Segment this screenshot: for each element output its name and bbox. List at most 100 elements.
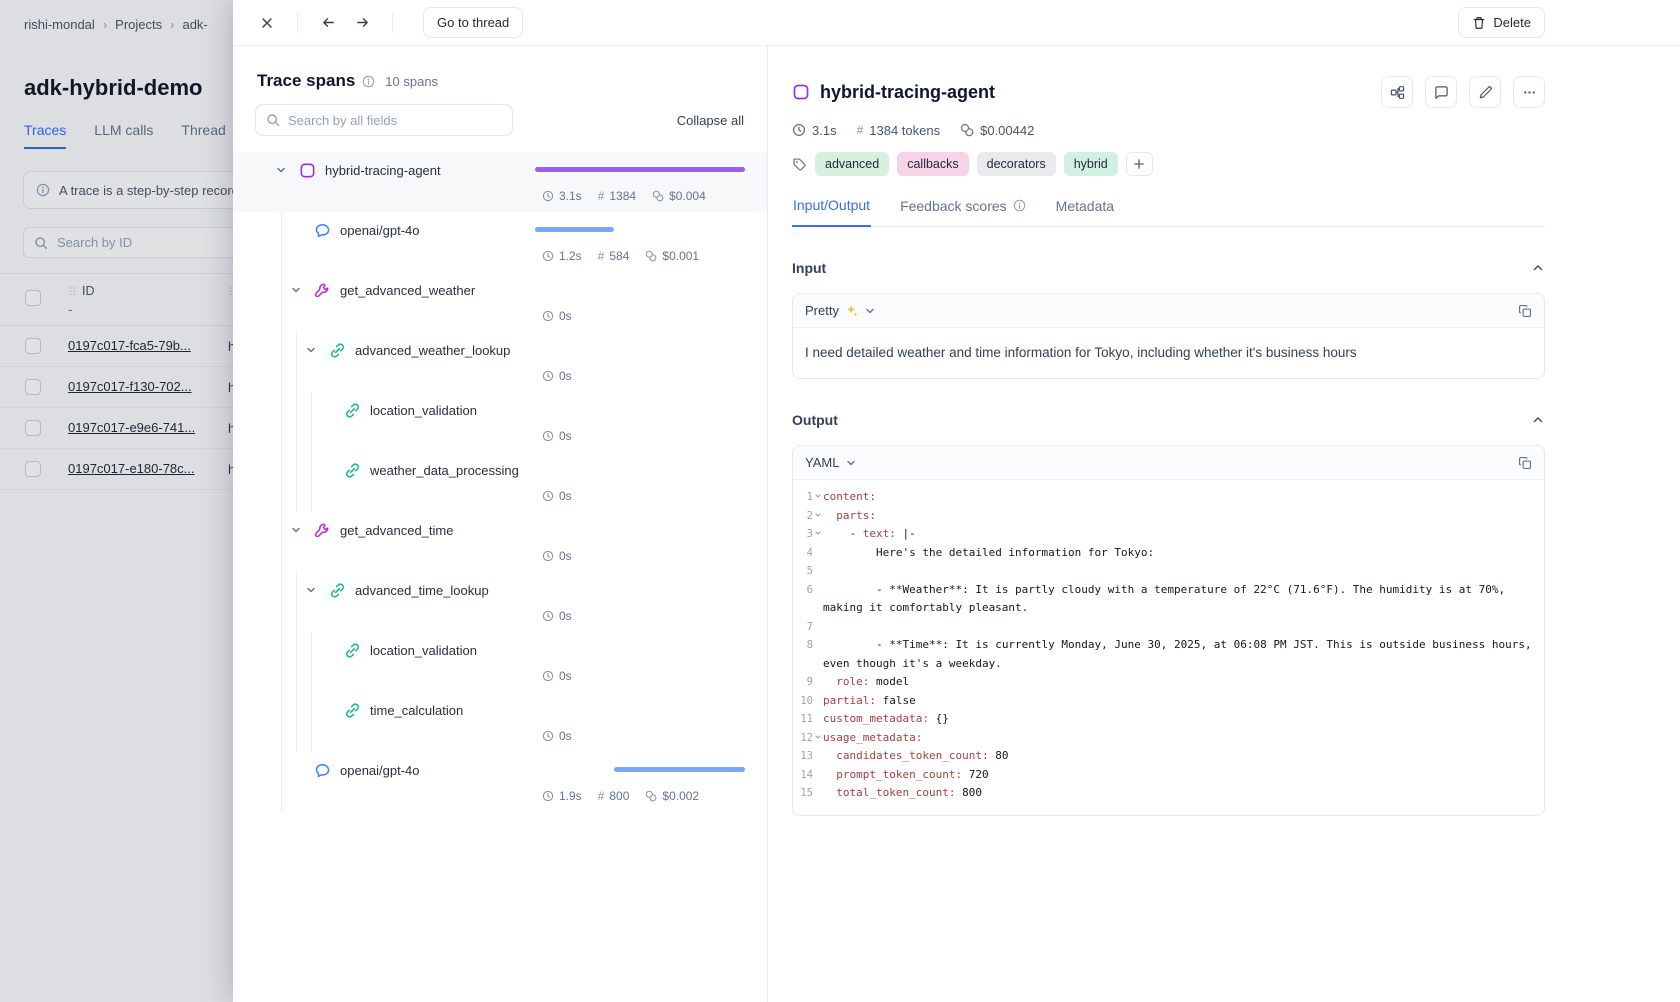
output-format-select[interactable]: YAML [805,455,857,470]
span-duration: 0s [542,369,572,383]
span-cost: $0.002 [645,789,699,803]
edit-button[interactable] [1469,76,1501,108]
add-tag-button[interactable] [1126,152,1153,176]
fold-spacer [813,618,823,637]
line-number: 10 [797,692,813,711]
more-actions-button[interactable] [1513,76,1545,108]
collapse-output-button[interactable] [1531,413,1545,427]
agent-span-icon [792,83,810,101]
spans-panel-title: Trace spans [257,71,355,91]
span-row-openai/gpt-4o[interactable]: openai/gpt-4o1.9s#800$0.002 [233,752,767,812]
expand-chevron-icon[interactable] [288,282,304,298]
hash-icon: # [857,123,864,137]
code-line: 14 prompt_token_count: 720 [797,766,1540,785]
code-line: 2 parts: [797,507,1540,526]
line-number: 5 [797,562,813,581]
line-number: 15 [797,784,813,803]
code-line: 7 [797,618,1540,637]
span-name: time_calculation [370,703,463,718]
line-number: 12 [797,729,813,748]
sparkles-icon [845,304,858,317]
fold-chevron-icon[interactable] [813,488,823,507]
hash-icon: # [598,189,605,203]
code-line: 15 total_token_count: 800 [797,784,1540,803]
expand-chevron-icon[interactable] [288,522,304,538]
tag-decorators[interactable]: decorators [977,152,1056,176]
input-section-title: Input [792,260,826,276]
modal-toolbar: Go to thread Delete [233,0,1680,46]
copy-input-button[interactable] [1518,304,1532,318]
span-row-time_calculation[interactable]: time_calculation0s [233,692,767,752]
span-cost: $0.004 [652,189,706,203]
expand-chevron-icon[interactable] [303,342,319,358]
info-icon [362,75,375,88]
chain-span-icon [344,642,361,659]
fold-chevron-icon[interactable] [813,507,823,526]
chevron-down-icon [864,305,876,317]
spans-count: 10 spans [385,74,438,89]
tag-callbacks[interactable]: callbacks [897,152,968,176]
span-timeline [535,216,745,244]
tab-metadata[interactable]: Metadata [1055,197,1115,226]
comments-button[interactable] [1425,76,1457,108]
tool-span-icon [314,282,331,299]
fold-spacer [813,692,823,711]
close-button[interactable] [253,9,281,37]
trash-icon [1472,16,1486,30]
agent-graph-button[interactable] [1381,76,1413,108]
tag-hybrid[interactable]: hybrid [1064,152,1118,176]
fold-spacer [813,673,823,692]
code-line: 11custom_metadata: {} [797,710,1540,729]
line-number: 14 [797,766,813,785]
tag-advanced[interactable]: advanced [815,152,889,176]
span-tokens: #800 [598,789,630,803]
fold-chevron-icon[interactable] [813,729,823,748]
code-text: - **Weather**: It is partly cloudy with … [823,581,1540,618]
code-text: candidates_token_count: 80 [823,747,1540,766]
duration-bar [535,167,745,172]
coins-icon [645,790,657,802]
fold-spacer [813,581,823,618]
copy-output-button[interactable] [1518,456,1532,470]
go-to-thread-button[interactable]: Go to thread [423,7,523,38]
code-text: Here's the detailed information for Toky… [823,544,1540,563]
span-row-get_advanced_time[interactable]: get_advanced_time0s [233,512,767,572]
span-row-advanced_time_lookup[interactable]: advanced_time_lookup 0s [233,572,767,632]
delete-button[interactable]: Delete [1458,7,1545,38]
span-row-location_validation[interactable]: location_validation0s [233,392,767,452]
info-icon [1013,199,1026,212]
code-line: 5 [797,562,1540,581]
tab-feedback-scores[interactable]: Feedback scores [899,197,1027,226]
chevron-down-icon [845,457,857,469]
span-name: get_advanced_weather [340,283,475,298]
span-duration: 0s [542,609,572,623]
next-trace-button[interactable] [348,9,376,37]
input-format-select[interactable]: Pretty [805,303,876,318]
span-row-weather_data_processing[interactable]: weather_data_processing0s [233,452,767,512]
line-number: 3 [797,525,813,544]
app-root: rishi-mondal › Projects › adk- adk-hybri… [0,0,1680,1002]
span-row-openai/gpt-4o[interactable]: openai/gpt-4o1.2s#584$0.001 [233,212,767,272]
code-text: usage_metadata: [823,729,1540,748]
spans-search[interactable] [255,104,513,136]
span-row-get_advanced_weather[interactable]: get_advanced_weather0s [233,272,767,332]
collapse-input-button[interactable] [1531,261,1545,275]
span-row-hybrid-tracing-agent[interactable]: hybrid-tracing-agent3.1s#1384$0.004 [233,152,767,212]
expand-chevron-icon[interactable] [273,162,289,178]
chain-span-icon [329,342,346,359]
llm-span-icon [314,222,331,239]
expand-chevron-icon[interactable] [303,582,319,598]
tool-span-icon [314,522,331,539]
span-timeline [535,156,745,184]
span-row-advanced_weather_lookup[interactable]: advanced_weather_lookup0s [233,332,767,392]
tab-input-output[interactable]: Input/Output [792,197,871,227]
clock-icon [542,730,554,742]
span-row-location_validation[interactable]: location_validation0s [233,632,767,692]
input-card: Pretty I need detailed weather [792,293,1545,379]
fold-chevron-icon[interactable] [813,525,823,544]
previous-trace-button[interactable] [314,9,342,37]
collapse-all-button[interactable]: Collapse all [677,113,744,128]
code-text [823,618,1540,637]
span-name: advanced_time_lookup [355,583,489,598]
spans-search-input[interactable] [288,113,502,128]
